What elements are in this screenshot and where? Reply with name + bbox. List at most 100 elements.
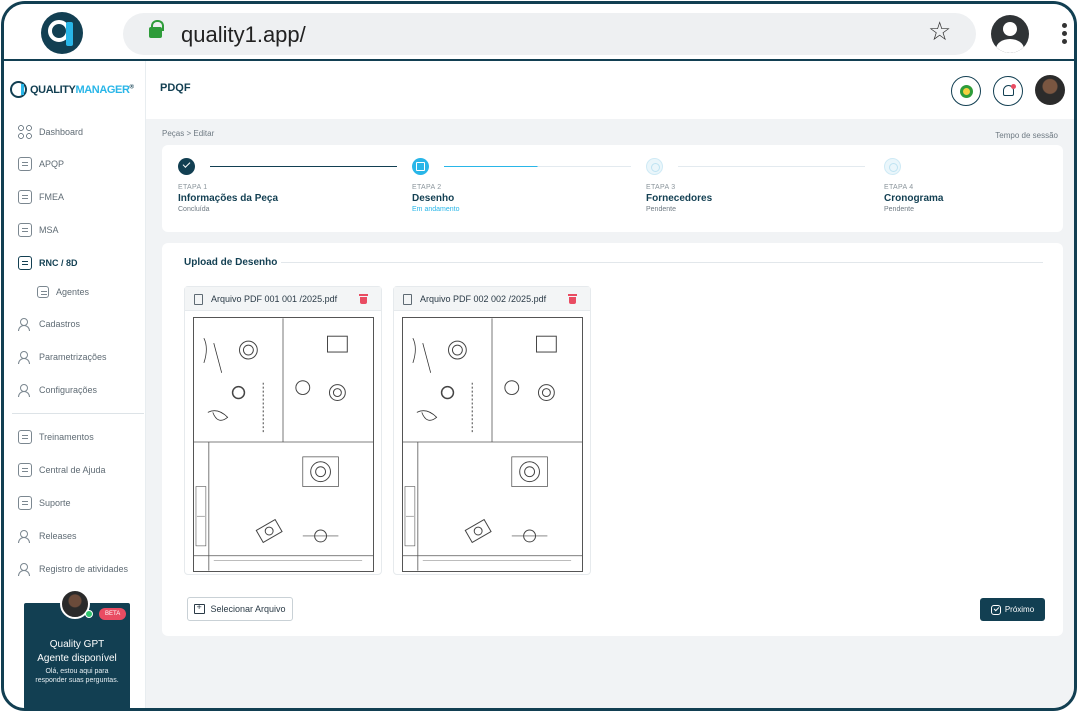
step-4[interactable]: ETAPA 4 Cronograma Pendente [884, 158, 943, 213]
pdf-file-icon [194, 294, 203, 305]
step-connector [678, 166, 865, 167]
select-file-button[interactable]: Selecionar Arquivo [187, 597, 293, 621]
step-2[interactable]: ETAPA 2 Desenho Em andamento [412, 158, 631, 213]
browser-frame: quality1.app/ ☆ QUALITYMANAGER® Dashboar… [1, 1, 1077, 711]
sidebar-item-suporte[interactable]: Suporte [18, 496, 71, 510]
sidebar-item-parametrizacoes[interactable]: Parametrizações [18, 350, 107, 364]
folder-add-icon [194, 602, 206, 614]
step-name: Informações da Peça [178, 193, 279, 204]
brand-logo[interactable]: QUALITYMANAGER® [10, 81, 134, 98]
users-icon [18, 350, 32, 364]
quality-gpt-card[interactable]: BETA Quality GPT Agente disponível Olá, … [24, 589, 130, 708]
step-status: Pendente [646, 206, 676, 213]
sidebar-item-label: Registro de atividades [39, 564, 129, 574]
page-title: PDQF [160, 82, 191, 94]
step-status: Concluída [178, 206, 210, 213]
sidebar-item-label: RNC / 8D [39, 258, 78, 268]
brand-name-part1: QUALITY [30, 83, 76, 96]
step-label: ETAPA 3 [646, 184, 676, 191]
document-icon [37, 286, 49, 298]
next-label: Próximo [1004, 605, 1035, 614]
sidebar-item-releases[interactable]: Releases [18, 529, 77, 543]
document-icon [18, 157, 32, 171]
brazil-flag-icon [960, 85, 973, 98]
brand-mark-icon [10, 81, 27, 98]
step-connector [210, 166, 397, 167]
sidebar-item-treinamentos[interactable]: Treinamentos [18, 430, 94, 444]
file-header: Arquivo PDF 002 002 /2025.pdf [394, 287, 590, 311]
trash-icon[interactable] [568, 294, 577, 304]
step-connector [444, 166, 631, 167]
browser-chrome: quality1.app/ ☆ [4, 4, 1074, 61]
sidebar-item-registro-de-atividades[interactable]: Registro de atividades [18, 562, 128, 576]
sidebar-item-label: Releases [39, 531, 77, 541]
sidebar-item-label: FMEA [39, 192, 65, 202]
sidebar-item-label: APQP [39, 159, 65, 169]
sidebar-item-agentes[interactable]: Agentes [37, 286, 89, 298]
sidebar-item-configuracoes[interactable]: Configurações [18, 383, 97, 397]
document-icon [18, 496, 32, 510]
users-icon [18, 383, 32, 397]
sidebar-item-apqp[interactable]: APQP [18, 157, 64, 171]
file-card[interactable]: Arquivo PDF 001 001 /2025.pdf [184, 286, 382, 575]
file-card[interactable]: Arquivo PDF 002 002 /2025.pdf [393, 286, 591, 575]
sidebar-divider [12, 413, 144, 414]
brand-reg: ® [129, 83, 134, 90]
sidebar-item-label: Suporte [39, 498, 71, 508]
sidebar-item-label: Treinamentos [39, 432, 94, 442]
pdf-file-icon [403, 294, 412, 305]
sidebar-item-rnc-8d[interactable]: RNC / 8D [18, 256, 78, 270]
sidebar-item-label: MSA [39, 225, 59, 235]
users-icon [18, 529, 32, 543]
panel-title: Upload de Desenho [184, 257, 278, 268]
panel-rule [281, 262, 1043, 263]
step-label: ETAPA 2 [412, 184, 442, 191]
gpt-description: Olá, estou aqui para responder suas perg… [35, 668, 119, 684]
file-name: Arquivo PDF 001 001 /2025.pdf [211, 294, 338, 304]
stepper: ETAPA 1 Informações da Peça Concluída ET… [162, 145, 1063, 232]
sidebar-item-label: Agentes [56, 287, 90, 297]
sidebar-item-label: Configurações [39, 385, 98, 395]
trash-icon[interactable] [359, 294, 368, 304]
sidebar-item-central-de-ajuda[interactable]: Central de Ajuda [18, 463, 106, 477]
step-1[interactable]: ETAPA 1 Informações da Peça Concluída [178, 158, 397, 213]
next-button[interactable]: Próximo [980, 598, 1045, 621]
brand-name-part2: MANAGER [75, 83, 130, 96]
step-3[interactable]: ETAPA 3 Fornecedores Pendente [646, 158, 865, 213]
cube-icon [412, 158, 429, 175]
browser-menu-icon[interactable] [1062, 23, 1067, 45]
step-name: Desenho [412, 193, 455, 204]
technical-drawing-preview[interactable] [193, 317, 374, 572]
technical-drawing-preview[interactable] [402, 317, 583, 572]
sidebar-item-label: Central de Ajuda [39, 465, 106, 475]
url-text: quality1.app/ [181, 22, 306, 47]
sidebar-item-fmea[interactable]: FMEA [18, 190, 64, 204]
session-timer: Tempo de sessão [995, 131, 1058, 140]
upload-panel: Upload de Desenho Arquivo PDF 001 001 /2… [162, 243, 1063, 636]
lock-icon [149, 20, 164, 38]
bookmark-star-icon[interactable]: ☆ [928, 18, 951, 44]
notification-dot [1011, 84, 1016, 89]
step-label: ETAPA 4 [884, 184, 914, 191]
sidebar-item-msa[interactable]: MSA [18, 223, 59, 237]
language-button[interactable] [951, 76, 981, 106]
file-name: Arquivo PDF 002 002 /2025.pdf [420, 294, 547, 304]
grid-icon [18, 125, 32, 139]
file-header: Arquivo PDF 001 001 /2025.pdf [185, 287, 381, 311]
sidebar-item-dashboard[interactable]: Dashboard [18, 125, 83, 139]
check-icon [178, 158, 195, 175]
sidebar-item-label: Cadastros [39, 319, 81, 329]
user-avatar[interactable] [1035, 75, 1065, 105]
address-bar[interactable]: quality1.app/ ☆ [123, 13, 976, 55]
browser-account-icon[interactable] [991, 15, 1029, 53]
sidebar-item-label: Dashboard [39, 127, 84, 137]
sidebar-item-cadastros[interactable]: Cadastros [18, 317, 80, 331]
breadcrumb[interactable]: Peças > Editar [162, 129, 214, 138]
notifications-button[interactable] [993, 76, 1023, 106]
gpt-title: Quality GPT [49, 639, 105, 650]
pending-step-icon [646, 158, 663, 175]
pending-step-icon [884, 158, 901, 175]
document-icon [18, 256, 32, 270]
document-icon [18, 463, 32, 477]
sidebar-item-label: Parametrizações [39, 352, 107, 362]
